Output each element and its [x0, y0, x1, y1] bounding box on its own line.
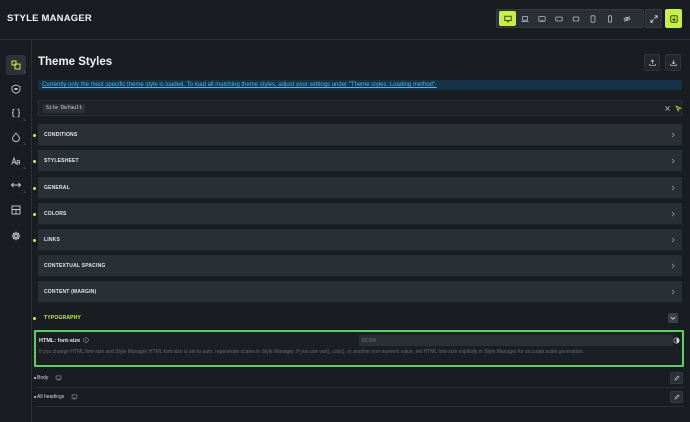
section-label: CONTEXTUAL SPACING: [44, 263, 106, 269]
selected-style-tag: Site Default: [43, 104, 86, 113]
theme-style-select[interactable]: Site Default: [38, 100, 682, 116]
gear-icon: [11, 231, 21, 241]
laptop-icon[interactable]: [516, 11, 533, 26]
desktop-icon[interactable]: [499, 11, 516, 26]
shield-icon: [11, 84, 21, 94]
cursor-pick-icon[interactable]: [675, 105, 682, 112]
tablet-icon[interactable]: [550, 11, 567, 26]
html-font-size-label: HTML: font-size: [39, 338, 81, 344]
tablet-landscape-icon[interactable]: [533, 11, 550, 26]
section-contextual-spacing[interactable]: CONTEXTUAL SPACING: [38, 255, 682, 277]
mobile-icon[interactable]: [601, 11, 618, 26]
layout-icon: [11, 205, 21, 215]
chevron-down-icon: [670, 316, 676, 320]
modified-indicator: [33, 160, 36, 163]
row-label: Body: [37, 375, 49, 381]
section-label: LINKS: [44, 237, 60, 243]
section-typography[interactable]: TYPOGRAPHY: [38, 307, 682, 329]
typography-icon: [11, 156, 20, 165]
pencil-icon: [674, 394, 679, 400]
chevron-right-icon: [671, 263, 675, 269]
section-conditions[interactable]: CONDITIONS: [38, 124, 682, 146]
divider: [36, 387, 684, 388]
html-font-size-input[interactable]: [359, 335, 673, 346]
sidebar-count: 1: [23, 189, 26, 194]
html-font-size-control: HTML: font-size If you change HTML font-…: [34, 330, 684, 367]
section-links[interactable]: LINKS: [38, 229, 682, 251]
droplet-icon: [12, 132, 20, 142]
save-icon: [669, 14, 678, 23]
modified-indicator: [33, 187, 36, 190]
top-bar: STYLE MANAGER: [0, 0, 690, 40]
chevron-right-icon: [671, 211, 675, 217]
section-stylesheet[interactable]: STYLESHEET: [38, 150, 682, 172]
sidebar-count: 1: [23, 117, 26, 122]
loading-method-notice[interactable]: Currently only the most specific theme s…: [38, 80, 682, 90]
export-button[interactable]: [665, 54, 681, 71]
chevron-right-icon: [671, 185, 675, 191]
hide-icon[interactable]: [618, 11, 635, 26]
row-label: All headings: [37, 394, 65, 400]
section-label: COLORS: [44, 211, 67, 217]
download-icon: [669, 60, 677, 66]
divider: [36, 406, 684, 407]
chevron-right-icon: [671, 132, 675, 138]
mobile-landscape-icon[interactable]: [584, 11, 601, 26]
sidebar-item-shield[interactable]: [6, 79, 26, 99]
desktop-icon: [55, 375, 62, 381]
expand-icon: [649, 14, 658, 23]
section-label: CONDITIONS: [44, 132, 78, 138]
modified-indicator: [33, 213, 36, 216]
modified-indicator: [34, 396, 36, 398]
desktop-icon: [71, 394, 78, 400]
modified-indicator: [33, 317, 36, 320]
page-title: Theme Styles: [38, 56, 113, 68]
modified-indicator: [33, 134, 36, 137]
chevron-right-icon: [671, 158, 675, 164]
tablet-portrait-icon[interactable]: [567, 11, 584, 26]
close-icon[interactable]: [664, 105, 671, 112]
edit-body-button[interactable]: [670, 372, 683, 384]
sidebar-item-layout[interactable]: [6, 200, 26, 220]
section-colors[interactable]: COLORS: [38, 203, 682, 225]
save-button[interactable]: [665, 9, 682, 28]
sidebar-count: 1: [23, 141, 26, 146]
info-icon[interactable]: [83, 337, 89, 343]
upload-icon: [648, 59, 656, 66]
pencil-icon: [674, 375, 679, 381]
html-font-size-description: If you change HTML font-size and Style M…: [39, 349, 584, 355]
sidebar-count: 1: [23, 69, 26, 74]
sidebar-count: 1: [23, 165, 26, 170]
section-label: STYLESHEET: [44, 158, 79, 164]
chevron-right-icon: [671, 289, 675, 295]
typography-row-all-headings: All headings: [34, 391, 686, 404]
braces-icon: [11, 108, 21, 118]
modified-indicator: [34, 377, 36, 379]
section-label: GENERAL: [44, 185, 70, 191]
collapse-button[interactable]: [668, 313, 678, 323]
sidebar: 1 1 1 1 1: [0, 40, 32, 422]
main-panel: Theme Styles Currently only the most spe…: [33, 40, 690, 422]
theme-styles-icon: [11, 60, 21, 70]
spacing-icon: [11, 182, 21, 188]
section-label: CONTENT (MARGIN): [44, 289, 97, 295]
section-general[interactable]: GENERAL: [38, 177, 682, 199]
device-switcher: [496, 9, 644, 28]
typography-row-body: Body: [34, 372, 686, 385]
expand-button[interactable]: [645, 9, 662, 28]
app-title: STYLE MANAGER: [7, 13, 92, 24]
modified-indicator: [33, 239, 36, 242]
section-content-margin[interactable]: CONTENT (MARGIN): [38, 281, 682, 303]
unit-toggle-icon[interactable]: [673, 337, 680, 344]
section-label: TYPOGRAPHY: [44, 315, 82, 321]
import-button[interactable]: [644, 54, 660, 71]
sidebar-item-settings[interactable]: [6, 226, 26, 246]
edit-all-headings-button[interactable]: [670, 391, 683, 403]
chevron-right-icon: [671, 237, 675, 243]
